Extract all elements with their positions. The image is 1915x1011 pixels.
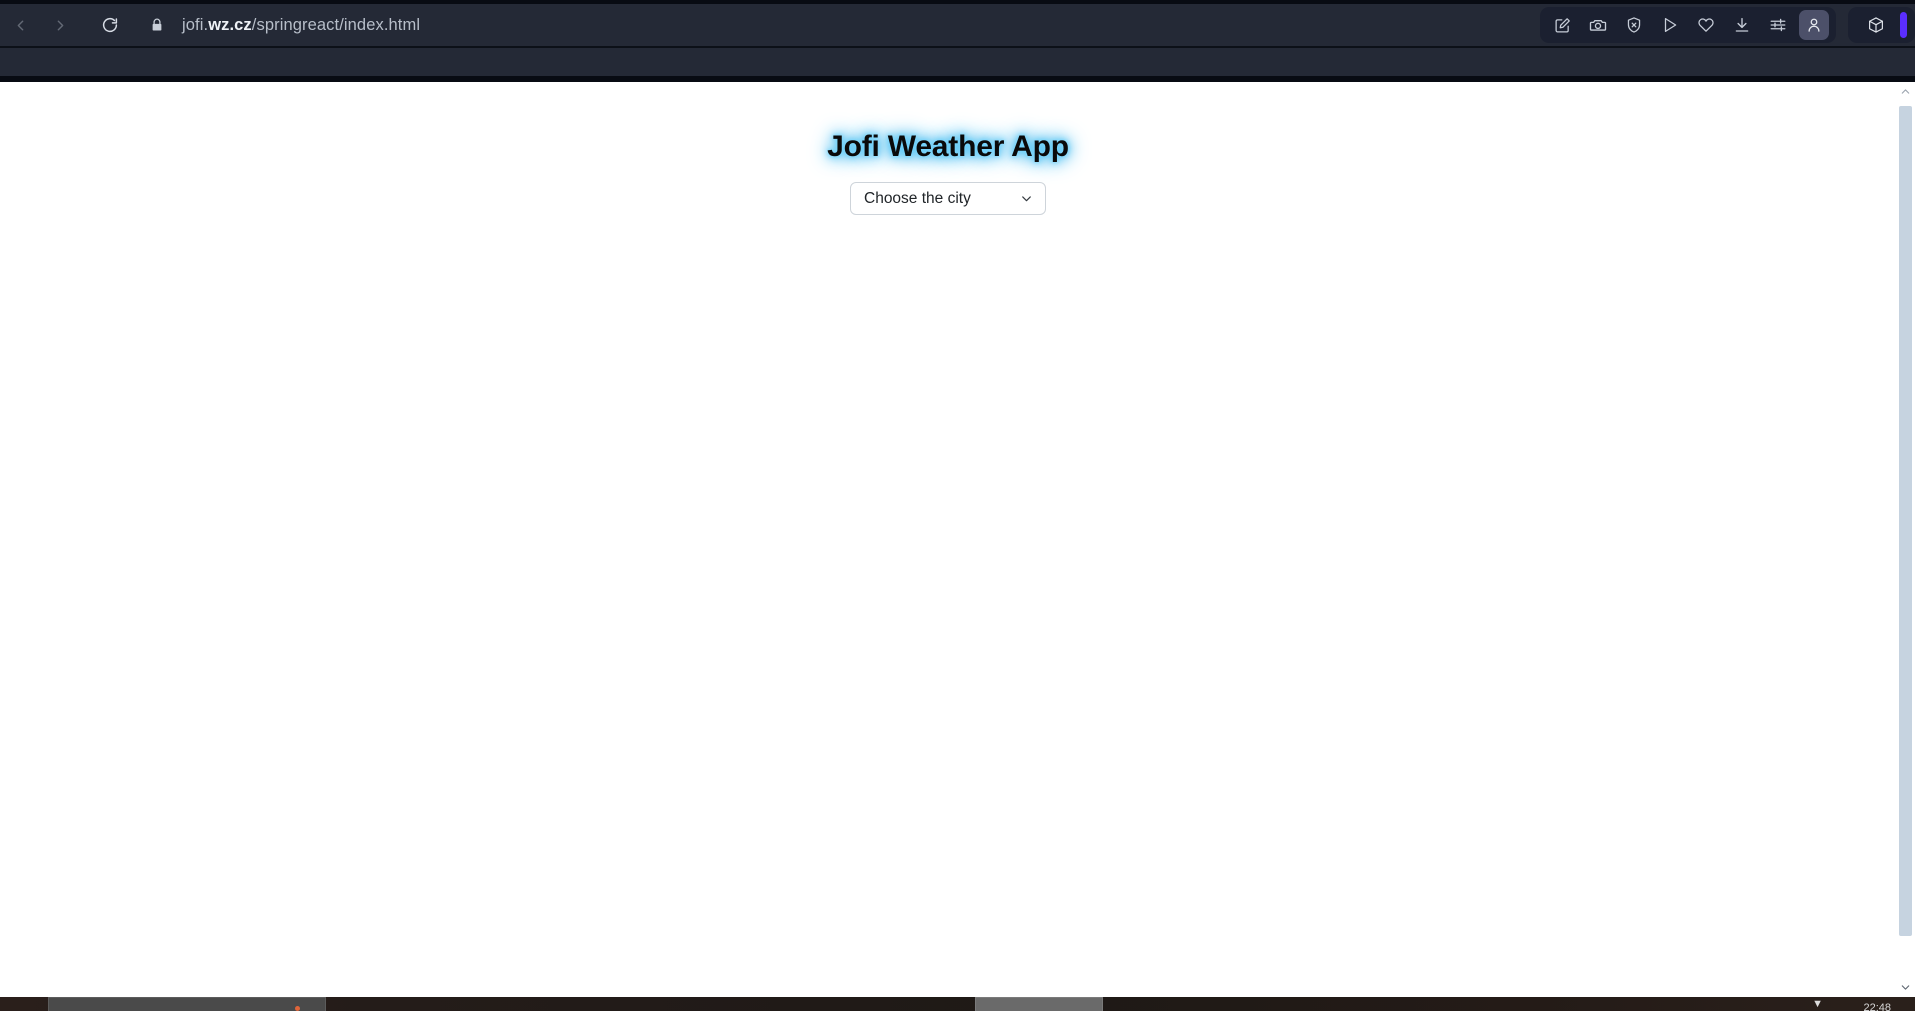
taskbar-clock: 22:48: [1863, 1002, 1891, 1011]
send-icon[interactable]: [1655, 10, 1685, 40]
site-info-button[interactable]: [146, 17, 168, 33]
taskbar-window-item[interactable]: [975, 997, 1103, 1011]
reload-icon: [102, 17, 118, 33]
taskbar-window-item[interactable]: [48, 997, 326, 1011]
url-suffix: /springreact/index.html: [251, 15, 421, 34]
screen: jofi.wz.cz/springreact/index.html Jofi W…: [0, 0, 1915, 1011]
city-select-value: Choose the city: [864, 189, 971, 207]
scrollbar-up-button[interactable]: [1896, 82, 1915, 101]
download-icon[interactable]: [1727, 10, 1757, 40]
camera-icon[interactable]: [1583, 10, 1613, 40]
person-icon[interactable]: [1799, 10, 1829, 40]
city-select[interactable]: Choose the city: [850, 182, 1046, 215]
url-domain: wz.cz: [208, 15, 252, 34]
page-content: Jofi Weather App Choose the city: [0, 82, 1896, 997]
browser-toolbar: jofi.wz.cz/springreact/index.html: [0, 4, 1915, 46]
cube-icon[interactable]: [1861, 10, 1891, 40]
url-text[interactable]: jofi.wz.cz/springreact/index.html: [182, 16, 420, 35]
page-scrollbar[interactable]: [1896, 82, 1915, 997]
back-button[interactable]: [0, 5, 40, 45]
url-prefix: jofi.: [182, 15, 209, 34]
lock-icon: [152, 18, 162, 31]
bookmarks-bar[interactable]: [0, 48, 1915, 76]
tray-expand-icon[interactable]: ▼: [1812, 999, 1823, 1010]
scrollbar-down-button[interactable]: [1896, 978, 1915, 997]
edit-annotate-icon[interactable]: [1547, 10, 1577, 40]
scrollbar-thumb[interactable]: [1899, 106, 1912, 936]
os-taskbar: ▼ 22:48: [0, 997, 1915, 1011]
taskbar-indicator-dot: [295, 1006, 300, 1011]
shield-block-icon[interactable]: [1619, 10, 1649, 40]
chevron-right-icon: [57, 20, 63, 30]
toolbar-actions: [1540, 4, 1915, 46]
page-title: Jofi Weather App: [827, 130, 1069, 163]
page-viewport: Jofi Weather App Choose the city: [0, 82, 1915, 997]
heart-icon[interactable]: [1691, 10, 1721, 40]
chevron-down-icon: [1022, 196, 1031, 202]
accent-indicator: [1900, 12, 1907, 38]
reload-button[interactable]: [90, 5, 130, 45]
extension-icon-group: [1848, 7, 1915, 43]
chevron-up-icon: [1901, 89, 1910, 94]
sliders-icon[interactable]: [1763, 10, 1793, 40]
chevron-down-icon: [1901, 985, 1910, 990]
forward-button[interactable]: [40, 5, 80, 45]
toolbar-icon-group: [1540, 7, 1836, 43]
city-select-container: Choose the city: [0, 182, 1896, 215]
chevron-left-icon: [17, 20, 23, 30]
